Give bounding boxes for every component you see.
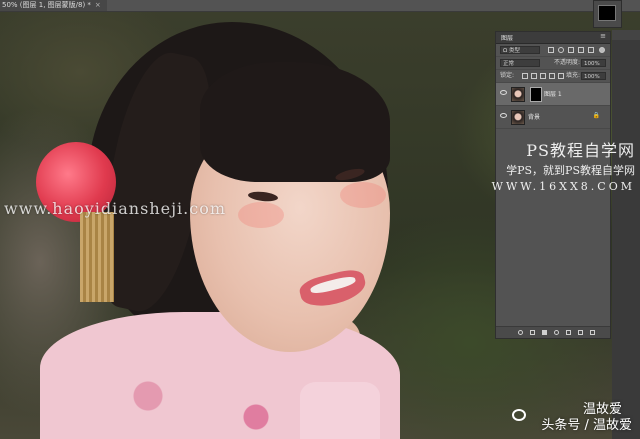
menu-icon[interactable]: ≡ (600, 32, 606, 40)
fill-label: 填充: (566, 72, 581, 79)
lock-all-icon[interactable] (558, 73, 564, 79)
watermark-ps-subtitle: 学PS，就到PS教程自学网 (506, 164, 635, 177)
author-watermark: 温故爱 头条号 / 温故爱 (492, 393, 632, 433)
opacity-input[interactable]: 100% (581, 59, 606, 67)
layer-filter-row: Ω 类型 (496, 44, 610, 57)
photo-blush-left (238, 202, 284, 228)
right-panel-dock (612, 30, 640, 439)
lock-pixels-icon[interactable] (522, 73, 528, 79)
mask-icon[interactable] (542, 330, 547, 335)
new-layer-icon[interactable] (578, 330, 583, 335)
layer-row-background[interactable]: 背景 🔒 (496, 106, 610, 129)
filter-smart-icon[interactable] (588, 47, 594, 53)
filter-kind-select[interactable]: Ω 类型 (500, 46, 540, 54)
watermark-ps-url: WWW.16XX8.COM (491, 180, 635, 193)
fx-icon[interactable] (530, 330, 535, 335)
lock-icon: 🔒 (592, 112, 600, 119)
watermark-ps-site: PS教程自学网 学PS，就到PS教程自学网 WWW.16XX8.COM (492, 137, 635, 193)
adjustment-icon[interactable] (554, 330, 559, 335)
blend-mode-select[interactable]: 正常 (500, 59, 540, 67)
color-swatch-icon (598, 5, 616, 21)
opacity-label: 不透明度: (554, 59, 581, 66)
filter-pixel-icon[interactable] (548, 47, 554, 53)
document-tab[interactable]: 50% (图层 1, 图层蒙版/8) * × (0, 0, 107, 11)
wechat-logo-icon (512, 409, 526, 421)
watermark-ps-title: PS教程自学网 (526, 141, 635, 160)
photo-blush-right (340, 182, 386, 208)
filter-toggle-icon[interactable] (599, 47, 605, 53)
layer-mask-thumbnail[interactable] (530, 87, 542, 102)
layers-panel-titlebar[interactable]: 图层 ≡ (496, 32, 610, 44)
photo-kimono-collar (300, 382, 380, 439)
eye-icon[interactable] (500, 113, 507, 118)
lock-position-icon[interactable] (540, 73, 546, 79)
layer-thumbnail (511, 87, 525, 102)
filter-adjustment-icon[interactable] (558, 47, 564, 53)
fill-input[interactable]: 100% (581, 72, 606, 80)
author-line: 头条号 / 温故爱 (541, 418, 632, 433)
layer-name: 图层 1 (544, 91, 562, 98)
eye-icon[interactable] (500, 90, 507, 95)
blend-row: 正常 不透明度: 100% (496, 57, 610, 70)
layer-name: 背景 (528, 114, 541, 121)
filter-type-icon[interactable] (568, 47, 574, 53)
layers-panel-title: 图层 (501, 35, 514, 42)
close-icon[interactable]: × (95, 1, 101, 9)
layer-thumbnail (511, 110, 525, 125)
link-icon[interactable] (518, 330, 523, 335)
watermark-site-left: www.haoyidiansheji.com (4, 199, 227, 218)
trash-icon[interactable] (590, 330, 595, 335)
document-tab-title: 50% (图层 1, 图层蒙版/8) * (2, 1, 91, 9)
lock-paint-icon[interactable] (531, 73, 537, 79)
collapsed-panel-swatch[interactable] (593, 0, 622, 28)
folder-icon[interactable] (566, 330, 571, 335)
filter-shape-icon[interactable] (578, 47, 584, 53)
photo-bangs (200, 62, 390, 182)
photo-hair-tassel (80, 212, 114, 302)
lock-artboard-icon[interactable] (549, 73, 555, 79)
lock-row: 锁定: 填充: 100% (496, 70, 610, 83)
dock-strip (612, 30, 640, 40)
layers-panel-footer (496, 326, 610, 338)
layer-row-layer1[interactable]: 图层 1 (496, 83, 610, 106)
document-tab-bar: 50% (图层 1, 图层蒙版/8) * × (0, 0, 640, 12)
lock-label: 锁定: (500, 72, 515, 79)
